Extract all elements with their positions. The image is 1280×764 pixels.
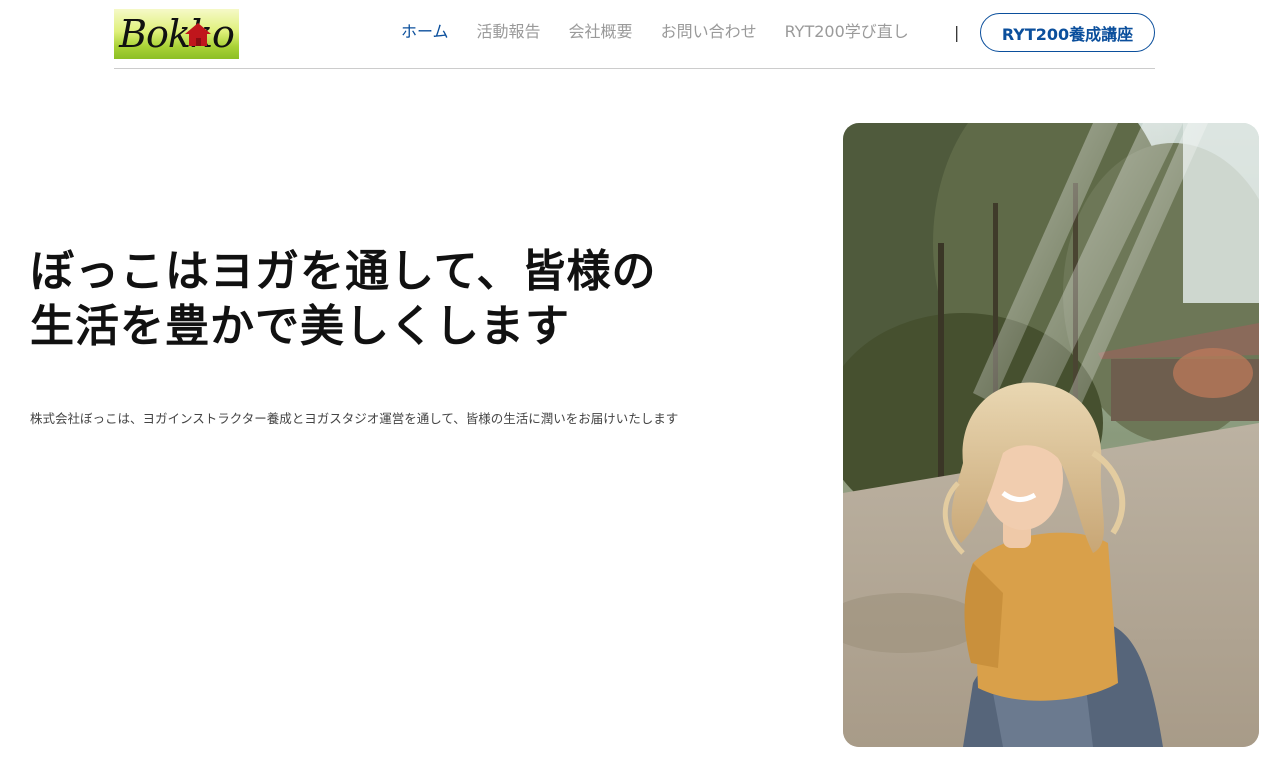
- hero-image: [843, 123, 1259, 747]
- ryt200-course-button[interactable]: RYT200養成講座: [980, 13, 1155, 52]
- nav-item-home[interactable]: ホーム: [401, 18, 449, 46]
- hero-description: 株式会社ぼっこは、ヨガインストラクター養成とヨガスタジオ運営を通して、皆様の生活…: [30, 411, 679, 426]
- nav-item-ryt200-relearn[interactable]: RYT200学び直し: [785, 18, 909, 46]
- nav-item-company[interactable]: 会社概要: [569, 18, 633, 46]
- main-nav: ホーム 活動報告 会社概要 お問い合わせ RYT200学び直し: [401, 18, 937, 46]
- hero-title: ぼっこはヨガを通して、皆様の 生活を豊かで美しくします: [30, 244, 730, 354]
- woman-in-forest-photo: [843, 123, 1259, 747]
- logo[interactable]: Bokko: [114, 9, 239, 59]
- nav-separator: |: [954, 23, 960, 42]
- hero-title-line-1: ぼっこはヨガを通して、皆様の: [30, 246, 657, 297]
- site-header: Bokko ホーム 活動報告 会社概要 お問い合わせ RYT200学び直し | …: [114, 0, 1155, 69]
- house-icon: [185, 23, 211, 46]
- hero-title-line-2: 生活を豊かで美しくします: [30, 301, 570, 352]
- nav-item-contact[interactable]: お問い合わせ: [661, 18, 757, 46]
- nav-item-activity-report[interactable]: 活動報告: [477, 18, 541, 46]
